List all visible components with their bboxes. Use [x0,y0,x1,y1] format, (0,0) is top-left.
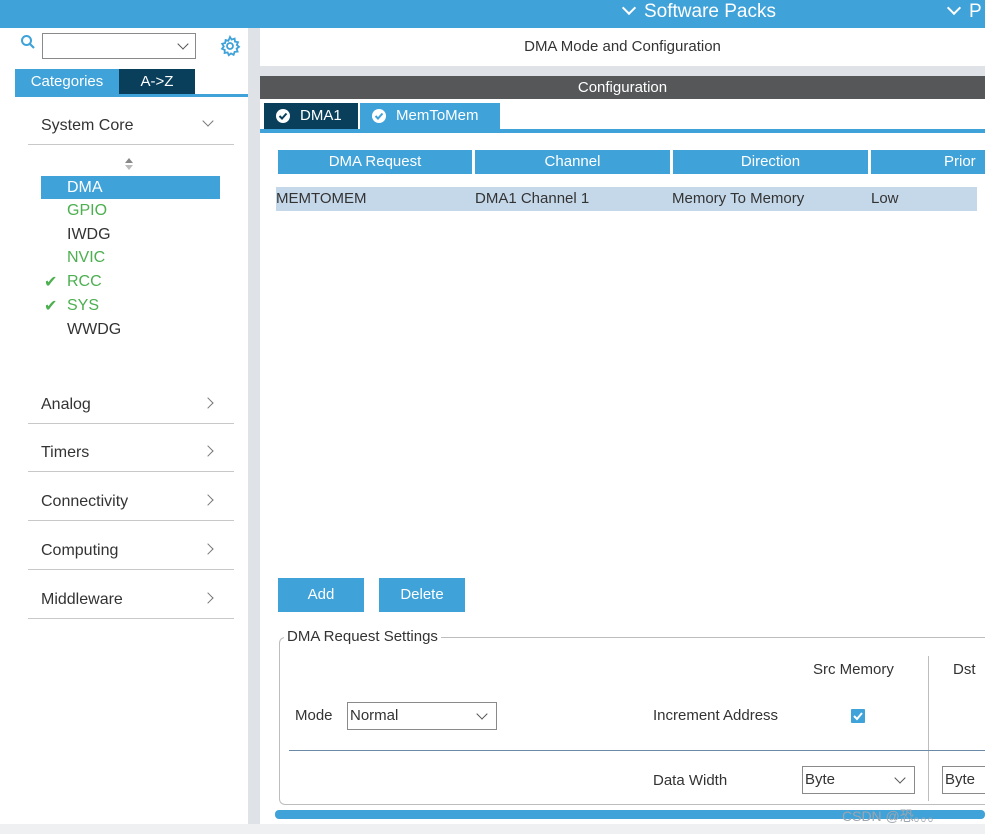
search-icon[interactable] [21,35,35,49]
sidebar-item-label: DMA [67,179,103,196]
category-label: System Core [41,117,134,134]
checkmark-icon [853,712,863,721]
check-circle-icon [372,109,386,123]
mode-label: Mode [295,707,333,724]
src-increment-checkbox[interactable] [851,709,865,723]
section-divider [260,66,985,76]
sidebar-item-wwdg[interactable]: WWDG [41,318,220,341]
dst-data-width-select[interactable]: Byte [942,766,985,794]
table-cell-direction: Memory To Memory [672,190,805,207]
increment-address-label: Increment Address [653,707,779,724]
checkmark-icon: ✔ [44,298,58,315]
check-circle-icon [276,109,290,123]
chevron-down-icon[interactable] [177,38,189,50]
mode-select-value: Normal [350,707,399,724]
chevron-right-icon [202,397,214,409]
software-packs-label: Software Packs [644,1,776,22]
add-button[interactable]: Add [278,578,364,612]
sidebar-item-label: NVIC [67,249,106,266]
src-memory-label: Src Memory [813,661,894,678]
sidebar-item-nvic[interactable]: NVIC [41,246,220,269]
top-menu-bar: Software Packs P [0,0,985,28]
sidebar-item-rcc[interactable]: ✔ RCC [41,270,220,293]
category-system-core[interactable]: System Core [28,105,234,145]
category-label: Timers [41,444,90,461]
category-timers[interactable]: Timers [28,432,234,472]
column-header-dma-request[interactable]: DMA Request [278,150,472,174]
delete-button[interactable]: Delete [379,578,465,612]
sidebar-item-label: RCC [67,273,102,290]
sidebar-item-iwdg[interactable]: IWDG [41,223,220,246]
panel-splitter[interactable] [248,28,260,824]
chevron-down-icon [621,0,637,16]
category-label: Connectivity [41,493,129,510]
row-divider [289,750,985,751]
next-menu-label: P [969,1,982,22]
category-analog[interactable]: Analog [28,384,234,424]
chevron-down-icon [476,708,488,720]
tab-label: MemToMem [396,107,479,124]
configuration-header: Configuration [260,76,985,99]
sidebar-item-sys[interactable]: ✔ SYS [41,294,220,317]
chevron-down-icon [202,115,214,127]
mode-select[interactable]: Normal [347,702,497,730]
tab-categories[interactable]: Categories [15,69,119,94]
watermark: CSDN @恐。。。 [842,808,942,824]
src-data-width-value: Byte [805,771,836,788]
sidebar-item-label: WWDG [67,321,122,338]
category-computing[interactable]: Computing [28,530,234,570]
sidebar-item-dma[interactable]: DMA [41,176,220,199]
src-data-width-select[interactable]: Byte [802,766,915,794]
category-label: Analog [41,396,91,413]
sidebar-item-label: GPIO [67,202,108,219]
tab-dma1[interactable]: DMA1 [264,103,358,129]
sort-icon[interactable] [124,157,134,171]
table-cell-dma-request: MEMTOMEM [276,190,367,207]
sidebar-item-gpio[interactable]: GPIO [41,199,220,222]
search-input[interactable] [42,33,196,59]
tab-label: DMA1 [300,107,342,124]
tabs-underline [260,129,985,133]
software-packs-menu[interactable]: Software Packs [621,0,776,23]
column-header-priority[interactable]: Prior [871,150,985,174]
bottom-border [0,824,985,834]
chevron-right-icon [202,445,214,457]
settings-legend: DMA Request Settings [284,628,441,645]
column-header-channel[interactable]: Channel [475,150,670,174]
chevron-right-icon [202,543,214,555]
column-divider [928,656,929,801]
tab-memtomem[interactable]: MemToMem [360,103,500,129]
dst-data-width-value: Byte [945,771,976,788]
tab-a-to-z[interactable]: A->Z [119,69,195,94]
chevron-down-icon [946,0,962,16]
next-menu[interactable]: P [946,0,982,23]
category-label: Computing [41,542,119,559]
category-connectivity[interactable]: Connectivity [28,481,234,521]
checkmark-icon: ✔ [44,274,58,291]
category-label: Middleware [41,591,123,608]
left-panel [0,28,250,824]
category-middleware[interactable]: Middleware [28,579,234,619]
data-width-label: Data Width [653,772,728,789]
chevron-right-icon [202,592,214,604]
table-cell-channel: DMA1 Channel 1 [475,190,590,207]
tabs-underline [15,94,248,97]
sidebar-item-label: IWDG [67,226,111,243]
column-header-direction[interactable]: Direction [673,150,868,174]
page-title: DMA Mode and Configuration [260,28,985,66]
sidebar-item-label: SYS [67,297,100,314]
chevron-right-icon [202,494,214,506]
table-cell-priority: Low [871,190,899,207]
dst-memory-label: Dst [953,661,976,678]
gear-icon[interactable] [219,35,241,57]
chevron-down-icon [894,772,906,784]
